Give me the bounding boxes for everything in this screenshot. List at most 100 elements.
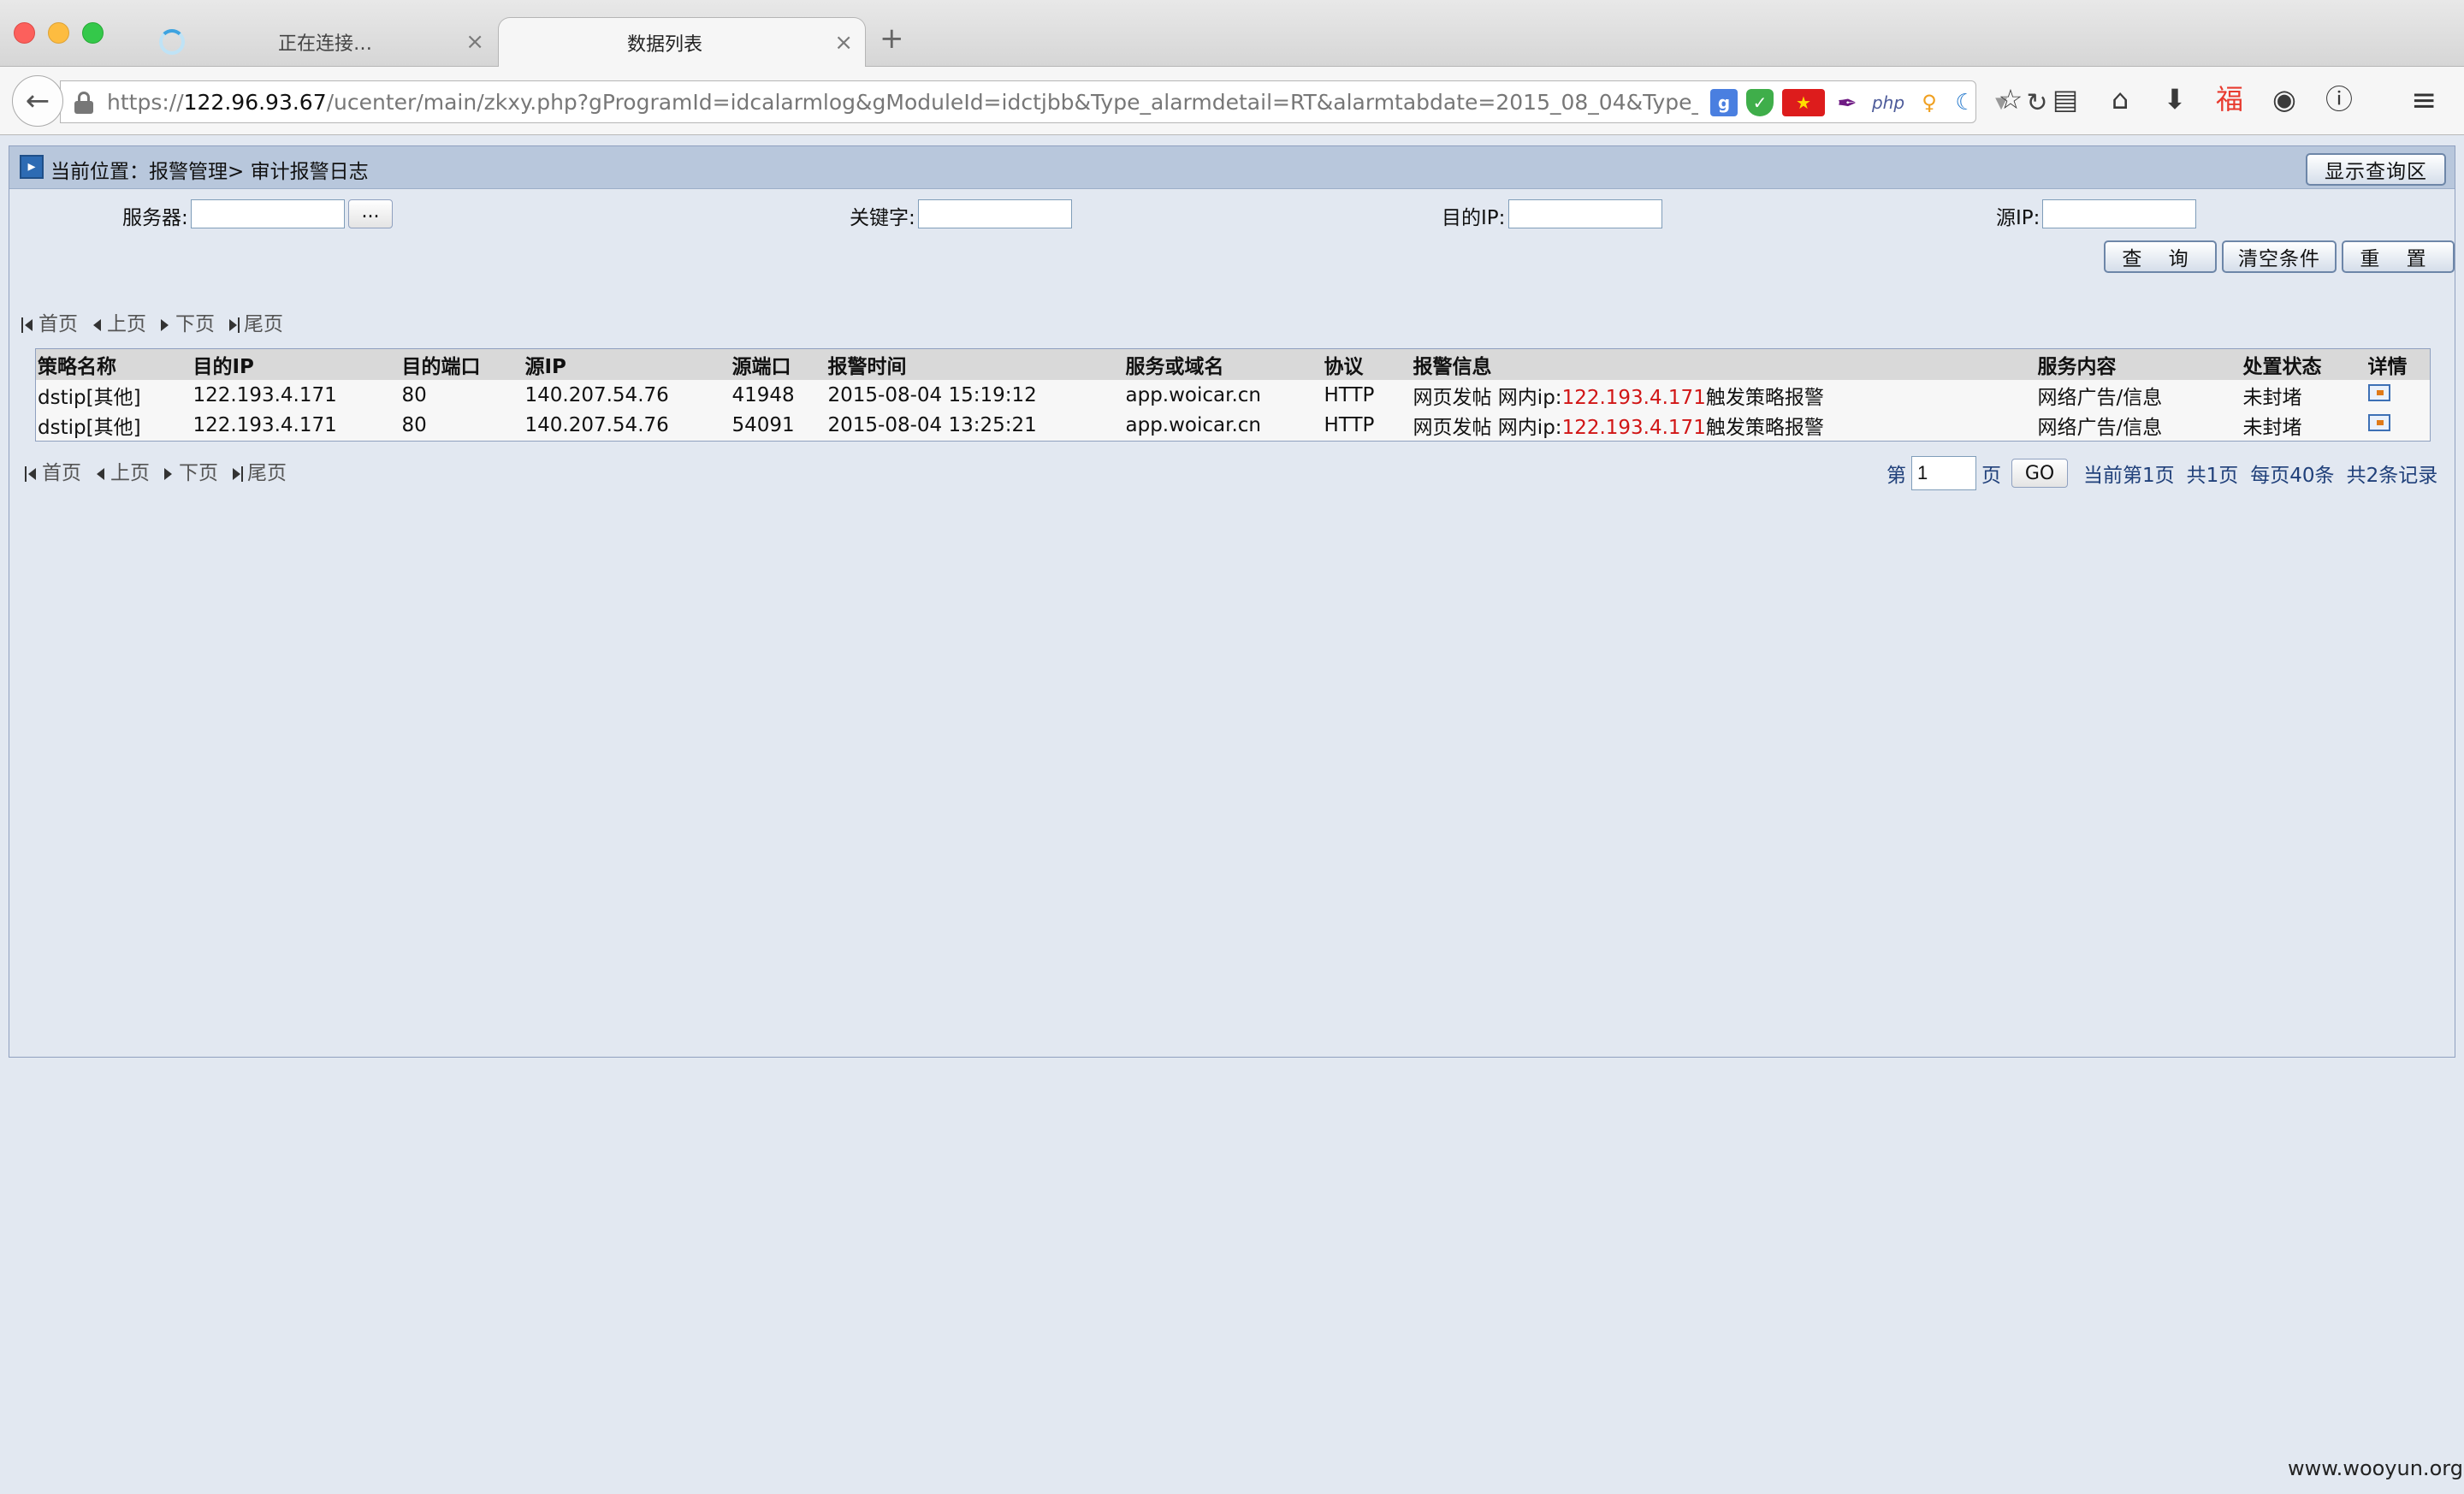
window-minimize-button[interactable] (48, 22, 69, 44)
cell-detail (2366, 380, 2431, 411)
watermark: www.wooyun.org (2288, 1456, 2463, 1480)
clear-conditions-button[interactable]: 清空条件 (2222, 240, 2337, 273)
highlight-ip: 122.193.4.171 (1561, 417, 1706, 440)
server-label: 服务器: (122, 207, 188, 229)
next-page-icon (162, 465, 175, 483)
first-page-icon (21, 316, 35, 335)
tab-close-icon[interactable]: × (834, 30, 853, 56)
cell-policy: dstip[其他] (38, 417, 141, 440)
cell-time: 2015-08-04 13:25:21 (827, 414, 1037, 437)
cell-protocol: HTTP (1324, 414, 1375, 437)
tab-close-icon[interactable]: × (465, 29, 484, 55)
col-protocol[interactable]: 协议 (1323, 349, 1412, 380)
info-icon[interactable]: ⓘ (2322, 82, 2356, 116)
globe-icon[interactable]: ◉ (2267, 82, 2301, 116)
home-icon[interactable]: ⌂ (2103, 82, 2137, 116)
prev-page-link[interactable]: 上页 (93, 456, 150, 485)
detail-view-icon[interactable] (2367, 414, 2390, 432)
detail-view-icon[interactable] (2367, 383, 2390, 401)
feather-icon[interactable]: ✒ (1833, 89, 1861, 117)
window-maximize-button[interactable] (82, 22, 104, 44)
server-picker-button[interactable]: ... (348, 199, 393, 228)
cell-status: 未封堵 (2242, 417, 2302, 440)
table-row[interactable]: dstip[其他] 122.193.4.171 80 140.207.54.76… (36, 380, 2431, 411)
cell-time: 2015-08-04 15:19:12 (827, 383, 1037, 406)
table-row[interactable]: dstip[其他] 122.193.4.171 80 140.207.54.76… (36, 411, 2431, 442)
alarm-log-table: 策略名称 目的IP 目的端口 源IP 源端口 报警时间 服务或域名 协议 报警信… (35, 348, 2431, 442)
tab-connecting[interactable]: 正在连接… × (145, 17, 496, 67)
col-dest-port[interactable]: 目的端口 (400, 349, 524, 380)
prev-page-icon (93, 465, 107, 483)
breadcrumb: 当前位置：报警管理> 审计报警日志 (50, 161, 369, 183)
dest-ip-input[interactable] (1508, 199, 1662, 228)
page-prefix-label: 第 (1886, 465, 1906, 487)
show-query-area-button[interactable]: 显示查询区 (2306, 153, 2446, 186)
reset-button[interactable]: 重 置 (2342, 240, 2455, 273)
col-detail[interactable]: 详情 (2366, 349, 2431, 380)
window-close-button[interactable] (14, 22, 35, 44)
table-header-row: 策略名称 目的IP 目的端口 源IP 源端口 报警时间 服务或域名 协议 报警信… (35, 348, 2431, 380)
col-alarm-info[interactable]: 报警信息 (1412, 349, 2036, 380)
src-ip-label: 源IP: (1996, 207, 2040, 229)
total-records-text: 共2条记录 (2346, 465, 2438, 487)
col-alarm-time[interactable]: 报警时间 (826, 349, 1124, 380)
current-page-text: 当前第1页 (2083, 465, 2175, 487)
col-src-port[interactable]: 源端口 (731, 349, 826, 380)
addon-fu-icon[interactable]: 福 (2212, 82, 2247, 116)
prev-page-link[interactable]: 上页 (90, 307, 146, 336)
first-page-link[interactable]: 首页 (21, 307, 78, 336)
back-button[interactable]: ← (12, 75, 63, 127)
cell-src-port: 54091 (732, 414, 795, 437)
per-page-text: 每页40条 (2250, 465, 2335, 487)
china-flag-icon[interactable]: ★ (1782, 89, 1825, 116)
go-button[interactable]: GO (2011, 459, 2068, 488)
src-ip-input[interactable] (2042, 199, 2196, 228)
swirl-icon[interactable]: ☾ (1952, 89, 1979, 116)
col-service-content[interactable]: 服务内容 (2036, 349, 2242, 380)
cell-service-content: 网络广告/信息 (2037, 417, 2163, 440)
page-stats: 当前第1页 共1页 每页40条 共2条记录 (2083, 459, 2449, 488)
google-translate-icon[interactable]: g (1710, 89, 1738, 116)
last-page-link[interactable]: 尾页 (230, 456, 287, 485)
shield-icon[interactable]: ✓ (1746, 89, 1774, 116)
browser-tab-bar: 正在连接… × 数据列表 × + (0, 0, 2464, 67)
next-page-link[interactable]: 下页 (162, 456, 218, 485)
first-page-link[interactable]: 首页 (25, 456, 81, 485)
bulb-icon[interactable]: ♀ (1916, 89, 1943, 116)
url-text[interactable]: https://122.96.93.67/ucenter/main/zkxy.p… (107, 90, 1698, 115)
cell-domain: app.woicar.cn (1125, 414, 1262, 437)
hamburger-menu-icon[interactable]: ≡ (2411, 86, 2442, 116)
col-src-ip[interactable]: 源IP (524, 349, 731, 380)
page-info: 第 页 GO 当前第1页共1页每页40条共2条记录 (1886, 456, 2449, 490)
page-number-input[interactable] (1911, 456, 1976, 490)
next-page-link[interactable]: 下页 (158, 307, 215, 336)
cell-src-port: 41948 (732, 383, 795, 406)
php-icon[interactable]: php (1869, 89, 1907, 116)
col-status[interactable]: 处置状态 (2242, 349, 2366, 380)
col-domain[interactable]: 服务或域名 (1124, 349, 1323, 380)
cell-service-content: 网络广告/信息 (2037, 386, 2163, 409)
cell-src-ip: 140.207.54.76 (524, 383, 669, 406)
location-arrow-icon: ▸ (20, 155, 44, 179)
download-icon[interactable]: ⬇ (2158, 82, 2192, 116)
keyword-input[interactable] (918, 199, 1072, 228)
last-page-icon (230, 465, 244, 483)
cell-dest-ip: 122.193.4.171 (192, 383, 337, 406)
cell-status: 未封堵 (2242, 386, 2302, 409)
col-dest-ip[interactable]: 目的IP (192, 349, 400, 380)
col-policy-name[interactable]: 策略名称 (36, 349, 192, 380)
cell-dest-port: 80 (401, 414, 427, 437)
url-bar[interactable]: https://122.96.93.67/ucenter/main/zkxy.p… (60, 80, 2048, 123)
reading-list-icon[interactable]: ▤ (2048, 82, 2082, 116)
last-page-link[interactable]: 尾页 (227, 307, 283, 336)
query-button[interactable]: 查 询 (2104, 240, 2217, 273)
new-tab-button[interactable]: + (880, 24, 904, 53)
bookmark-star-icon[interactable]: ☆ (1993, 82, 2028, 116)
cell-alarm-info: 网页发帖 网内ip:122.193.4.171触发策略报警 (1413, 386, 1824, 409)
page-frame: ▸ 当前位置：报警管理> 审计报警日志 显示查询区 服务器: ... 关键字: … (9, 145, 2455, 1058)
browser-toolbar: ☆ ▤ ⌂ ⬇ 福 ◉ ⓘ (1993, 82, 2356, 116)
server-input[interactable] (191, 199, 345, 228)
cell-protocol: HTTP (1324, 383, 1375, 406)
tab-data-list[interactable]: 数据列表 × (498, 17, 866, 67)
browser-nav-bar: https://122.96.93.67/ucenter/main/zkxy.p… (0, 67, 2464, 135)
